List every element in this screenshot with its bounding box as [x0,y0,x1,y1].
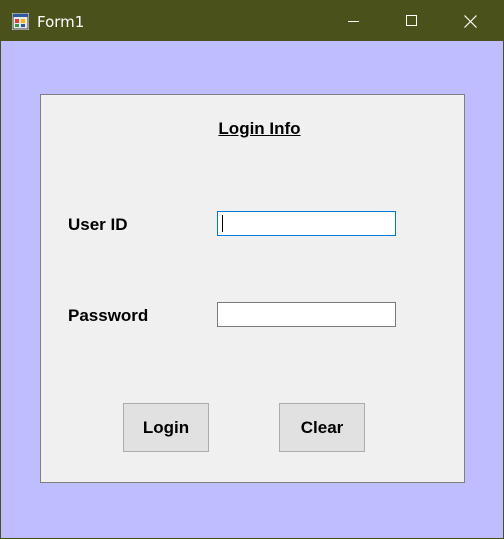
login-info-heading: Login Info [218,119,301,138]
minimize-icon [348,21,359,22]
form1-window: Form1 Login Info User ID Password Login … [0,0,504,539]
text-caret [222,215,223,232]
window-title: Form1 [37,13,85,31]
login-button[interactable]: Login [123,403,209,452]
close-icon [463,14,477,28]
maximize-icon [406,15,417,26]
login-panel: Login Info User ID Password Login Clear [40,94,465,483]
minimize-button[interactable] [325,1,383,41]
clear-button[interactable]: Clear [279,403,365,452]
password-label: Password [68,306,149,325]
user-id-input[interactable] [217,211,396,236]
close-button[interactable] [441,1,499,41]
winforms-app-icon [12,13,29,30]
password-input[interactable] [217,302,396,327]
title-bar[interactable]: Form1 [1,1,503,41]
maximize-button[interactable] [383,1,441,41]
form-client-area: Login Info User ID Password Login Clear [1,41,503,538]
user-id-label: User ID [68,215,128,234]
